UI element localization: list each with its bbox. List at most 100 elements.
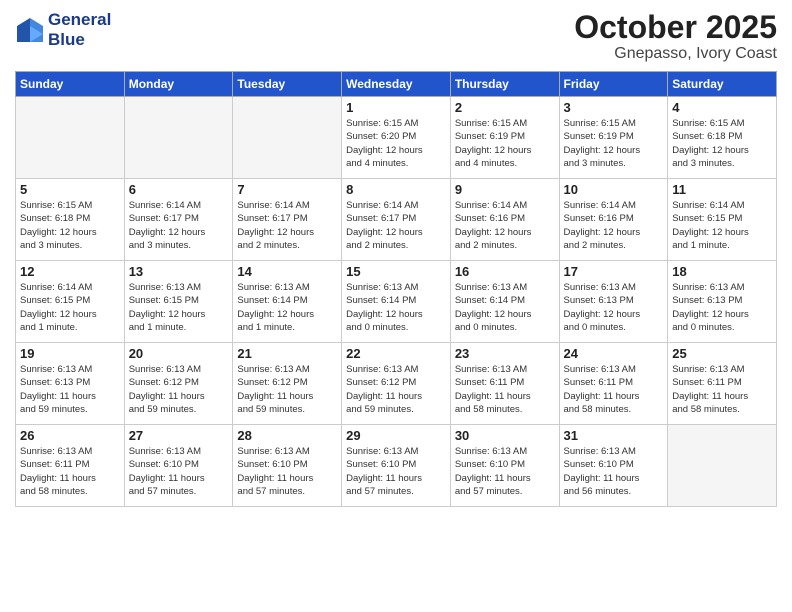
calendar-cell: 13Sunrise: 6:13 AM Sunset: 6:15 PM Dayli…	[124, 261, 233, 343]
logo-line2: Blue	[48, 30, 111, 50]
calendar-subtitle: Gnepasso, Ivory Coast	[574, 45, 777, 63]
weekday-header: Wednesday	[342, 72, 451, 97]
calendar-week-row: 12 Sunrise: 6:14 AM Sunset: 6:15 PM Dayli…	[16, 261, 777, 343]
day-number: 10	[564, 182, 664, 197]
logo-icon	[15, 16, 45, 44]
day-info: Sunrise: 6:13 AM Sunset: 6:14 PM Dayligh…	[455, 281, 555, 334]
calendar-week-row: 5 Sunrise: 6:15 AM Sunset: 6:18 PM Daylig…	[16, 179, 777, 261]
day-info: Sunrise: 6:13 AM Sunset: 6:10 PM Dayligh…	[564, 445, 664, 498]
calendar-cell: 14 Sunrise: 6:13 AM Sunset: 6:14 PM Dayli…	[233, 261, 342, 343]
calendar-cell: 20Sunrise: 6:13 AM Sunset: 6:12 PM Dayli…	[124, 343, 233, 425]
calendar-week-row: 26 Sunrise: 6:13 AM Sunset: 6:11 PM Dayli…	[16, 425, 777, 507]
logo: General Blue	[15, 10, 111, 49]
day-info: Sunrise: 6:13 AM Sunset: 6:10 PM Dayligh…	[455, 445, 555, 498]
day-number: 30	[455, 428, 555, 443]
calendar-cell: 12 Sunrise: 6:14 AM Sunset: 6:15 PM Dayli…	[16, 261, 125, 343]
day-info: Sunrise: 6:13 AM Sunset: 6:10 PM Dayligh…	[129, 445, 229, 498]
calendar-cell: 17Sunrise: 6:13 AM Sunset: 6:13 PM Dayli…	[559, 261, 668, 343]
weekday-header: Tuesday	[233, 72, 342, 97]
day-info: Sunrise: 6:13 AM Sunset: 6:12 PM Dayligh…	[129, 363, 229, 416]
calendar-cell: 18 Sunrise: 6:13 AM Sunset: 6:13 PM Dayli…	[668, 261, 777, 343]
calendar-cell: 15 Sunrise: 6:13 AM Sunset: 6:14 PM Dayli…	[342, 261, 451, 343]
day-info: Sunrise: 6:13 AM Sunset: 6:13 PM Dayligh…	[672, 281, 772, 334]
calendar-cell: 10 Sunrise: 6:14 AM Sunset: 6:16 PM Dayli…	[559, 179, 668, 261]
day-info: Sunrise: 6:14 AM Sunset: 6:17 PM Dayligh…	[237, 199, 337, 252]
calendar-cell: 4 Sunrise: 6:15 AM Sunset: 6:18 PM Daylig…	[668, 97, 777, 179]
calendar-header-row: SundayMondayTuesdayWednesdayThursdayFrid…	[16, 72, 777, 97]
day-info: Sunrise: 6:15 AM Sunset: 6:18 PM Dayligh…	[20, 199, 120, 252]
day-info: Sunrise: 6:14 AM Sunset: 6:15 PM Dayligh…	[20, 281, 120, 334]
calendar-cell: 2 Sunrise: 6:15 AM Sunset: 6:19 PM Daylig…	[450, 97, 559, 179]
day-number: 13	[129, 264, 229, 279]
calendar-cell	[16, 97, 125, 179]
day-info: Sunrise: 6:13 AM Sunset: 6:10 PM Dayligh…	[346, 445, 446, 498]
calendar-cell: 25Sunrise: 6:13 AM Sunset: 6:11 PM Dayli…	[668, 343, 777, 425]
day-info: Sunrise: 6:13 AM Sunset: 6:14 PM Dayligh…	[346, 281, 446, 334]
day-number: 19	[20, 346, 120, 361]
calendar-cell: 19 Sunrise: 6:13 AM Sunset: 6:13 PM Dayli…	[16, 343, 125, 425]
day-info: Sunrise: 6:15 AM Sunset: 6:19 PM Dayligh…	[564, 117, 664, 170]
calendar-cell: 6Sunrise: 6:14 AM Sunset: 6:17 PM Daylig…	[124, 179, 233, 261]
calendar-week-row: 1 Sunrise: 6:15 AM Sunset: 6:20 PM Daylig…	[16, 97, 777, 179]
calendar-cell: 11Sunrise: 6:14 AM Sunset: 6:15 PM Dayli…	[668, 179, 777, 261]
day-info: Sunrise: 6:13 AM Sunset: 6:11 PM Dayligh…	[672, 363, 772, 416]
day-number: 24	[564, 346, 664, 361]
day-number: 27	[129, 428, 229, 443]
day-info: Sunrise: 6:14 AM Sunset: 6:15 PM Dayligh…	[672, 199, 772, 252]
calendar-cell: 21 Sunrise: 6:13 AM Sunset: 6:12 PM Dayli…	[233, 343, 342, 425]
day-info: Sunrise: 6:14 AM Sunset: 6:16 PM Dayligh…	[564, 199, 664, 252]
day-info: Sunrise: 6:13 AM Sunset: 6:11 PM Dayligh…	[455, 363, 555, 416]
calendar-cell: 22 Sunrise: 6:13 AM Sunset: 6:12 PM Dayli…	[342, 343, 451, 425]
weekday-header: Sunday	[16, 72, 125, 97]
day-number: 15	[346, 264, 446, 279]
calendar-cell: 24 Sunrise: 6:13 AM Sunset: 6:11 PM Dayli…	[559, 343, 668, 425]
day-info: Sunrise: 6:13 AM Sunset: 6:11 PM Dayligh…	[564, 363, 664, 416]
weekday-header: Monday	[124, 72, 233, 97]
calendar-cell	[233, 97, 342, 179]
day-number: 16	[455, 264, 555, 279]
calendar-cell: 27 Sunrise: 6:13 AM Sunset: 6:10 PM Dayli…	[124, 425, 233, 507]
day-info: Sunrise: 6:14 AM Sunset: 6:17 PM Dayligh…	[346, 199, 446, 252]
day-number: 21	[237, 346, 337, 361]
calendar-cell: 23 Sunrise: 6:13 AM Sunset: 6:11 PM Dayli…	[450, 343, 559, 425]
day-number: 5	[20, 182, 120, 197]
day-info: Sunrise: 6:15 AM Sunset: 6:18 PM Dayligh…	[672, 117, 772, 170]
day-number: 18	[672, 264, 772, 279]
day-number: 2	[455, 100, 555, 115]
day-info: Sunrise: 6:13 AM Sunset: 6:12 PM Dayligh…	[237, 363, 337, 416]
day-number: 28	[237, 428, 337, 443]
title-block: October 2025 Gnepasso, Ivory Coast	[574, 10, 777, 63]
day-info: Sunrise: 6:13 AM Sunset: 6:14 PM Dayligh…	[237, 281, 337, 334]
day-info: Sunrise: 6:13 AM Sunset: 6:12 PM Dayligh…	[346, 363, 446, 416]
day-number: 8	[346, 182, 446, 197]
header: General Blue October 2025 Gnepasso, Ivor…	[15, 10, 777, 63]
day-info: Sunrise: 6:15 AM Sunset: 6:19 PM Dayligh…	[455, 117, 555, 170]
day-number: 29	[346, 428, 446, 443]
day-number: 1	[346, 100, 446, 115]
day-number: 4	[672, 100, 772, 115]
weekday-header: Friday	[559, 72, 668, 97]
day-info: Sunrise: 6:15 AM Sunset: 6:20 PM Dayligh…	[346, 117, 446, 170]
calendar-cell: 29 Sunrise: 6:13 AM Sunset: 6:10 PM Dayli…	[342, 425, 451, 507]
calendar-cell: 7 Sunrise: 6:14 AM Sunset: 6:17 PM Daylig…	[233, 179, 342, 261]
calendar-cell: 5 Sunrise: 6:15 AM Sunset: 6:18 PM Daylig…	[16, 179, 125, 261]
calendar-cell: 28Sunrise: 6:13 AM Sunset: 6:10 PM Dayli…	[233, 425, 342, 507]
day-number: 12	[20, 264, 120, 279]
calendar-cell: 3 Sunrise: 6:15 AM Sunset: 6:19 PM Daylig…	[559, 97, 668, 179]
calendar-cell: 30 Sunrise: 6:13 AM Sunset: 6:10 PM Dayli…	[450, 425, 559, 507]
day-number: 7	[237, 182, 337, 197]
day-number: 26	[20, 428, 120, 443]
day-number: 23	[455, 346, 555, 361]
day-info: Sunrise: 6:13 AM Sunset: 6:11 PM Dayligh…	[20, 445, 120, 498]
calendar-cell: 16 Sunrise: 6:13 AM Sunset: 6:14 PM Dayli…	[450, 261, 559, 343]
calendar-cell: 31 Sunrise: 6:13 AM Sunset: 6:10 PM Dayli…	[559, 425, 668, 507]
calendar-title: October 2025	[574, 10, 777, 45]
day-number: 6	[129, 182, 229, 197]
day-number: 3	[564, 100, 664, 115]
day-number: 22	[346, 346, 446, 361]
day-info: Sunrise: 6:14 AM Sunset: 6:16 PM Dayligh…	[455, 199, 555, 252]
day-number: 31	[564, 428, 664, 443]
day-number: 9	[455, 182, 555, 197]
day-info: Sunrise: 6:13 AM Sunset: 6:13 PM Dayligh…	[20, 363, 120, 416]
day-number: 14	[237, 264, 337, 279]
